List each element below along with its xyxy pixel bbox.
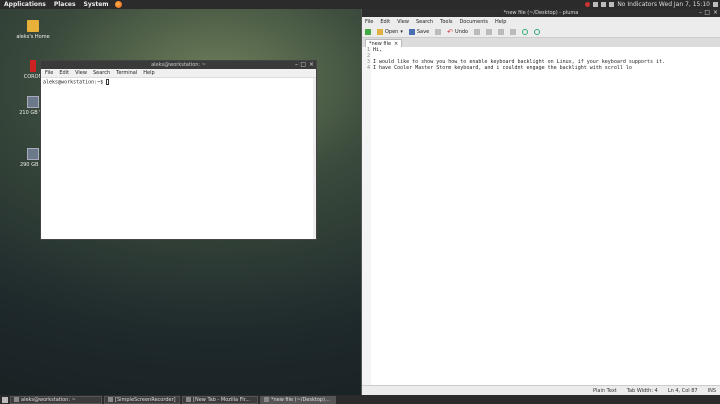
firefox-launcher-icon[interactable] (114, 1, 122, 8)
terminal-content[interactable]: aleks@workstation:~$ (41, 78, 316, 87)
find-replace-icon[interactable] (534, 28, 541, 35)
chevron-down-icon[interactable]: ▾ (400, 29, 403, 35)
places-menu[interactable]: Places (50, 1, 80, 8)
pluma-menu-help[interactable]: Help (495, 19, 506, 25)
terminal-menu-file[interactable]: File (45, 70, 53, 76)
terminal-scrollbar[interactable] (313, 78, 316, 239)
text-editor[interactable]: 1234 Hi, I would like to show you how to… (362, 47, 720, 385)
copy-icon[interactable] (498, 28, 505, 35)
terminal-cursor (106, 79, 110, 85)
system-menu[interactable]: System (80, 1, 113, 8)
terminal-icon (14, 397, 19, 402)
terminal-menu-terminal[interactable]: Terminal (116, 70, 137, 76)
pluma-window[interactable]: *new file (~/Desktop) - pluma – □ × File… (361, 9, 720, 395)
pluma-menu-edit[interactable]: Edit (380, 19, 390, 25)
tab-width-selector[interactable]: Tab Width: 4 (627, 388, 658, 394)
save-icon (408, 28, 415, 35)
undo-button[interactable]: ↶ Undo (447, 28, 468, 36)
taskbar-item-pluma[interactable]: *new file (~/Desktop)... (260, 395, 336, 404)
terminal-window[interactable]: aleks@workstation: ~ – □ × File Edit Vie… (40, 60, 317, 240)
volume-icon[interactable] (609, 2, 615, 7)
open-button[interactable]: Open ▾ (377, 28, 403, 35)
pluma-statusbar: Plain Text Tab Width: 4 Ln 4, Col 87 INS (362, 385, 720, 395)
editor-text[interactable]: Hi, I would like to show you how to enab… (371, 47, 720, 385)
terminal-menu-help[interactable]: Help (143, 70, 154, 76)
close-icon[interactable]: × (309, 61, 314, 69)
taskbar-item-terminal[interactable]: aleks@workstation: ~ (10, 395, 102, 404)
close-icon[interactable]: × (713, 9, 718, 17)
bottom-panel: aleks@workstation: ~ [SimpleScreenRecord… (0, 395, 720, 404)
new-document-icon[interactable] (365, 28, 371, 35)
applications-menu[interactable]: Applications (0, 1, 50, 8)
pluma-menu-file[interactable]: File (365, 19, 373, 25)
folder-open-icon (377, 28, 383, 35)
home-folder-icon (27, 20, 39, 32)
pluma-menu-search[interactable]: Search (416, 19, 433, 25)
pluma-menu-view[interactable]: View (397, 19, 409, 25)
drive-icon (27, 96, 39, 108)
top-panel: Applications Places System No Indicators… (0, 0, 720, 9)
recorder-icon (108, 397, 113, 402)
power-icon[interactable] (713, 2, 718, 7)
undo-icon: ↶ (447, 27, 454, 36)
terminal-title: aleks@workstation: ~ (151, 62, 206, 68)
pluma-title: *new file (~/Desktop) - pluma (503, 10, 579, 16)
taskbar-item-firefox[interactable]: [New Tab - Mozilla Fir... (182, 395, 258, 404)
recorder-tray-icon[interactable] (585, 2, 591, 7)
tab-close-icon[interactable]: × (394, 40, 398, 47)
redo-icon[interactable] (474, 28, 481, 35)
paste-icon[interactable] (510, 28, 517, 35)
desktop-icon-home[interactable]: aleks's Home (13, 20, 53, 40)
battery-icon[interactable] (601, 2, 607, 7)
maximize-icon[interactable]: □ (300, 61, 306, 69)
network-icon[interactable] (593, 2, 599, 7)
print-icon[interactable] (435, 28, 442, 35)
search-icon[interactable] (522, 28, 529, 35)
terminal-prompt: aleks@workstation:~$ (43, 79, 107, 86)
maximize-icon[interactable]: □ (704, 9, 710, 17)
taskbar-item-recorder[interactable]: [SimpleScreenRecorder] (104, 395, 180, 404)
show-desktop-icon[interactable] (2, 396, 8, 403)
pluma-menubar: File Edit View Search Tools Documents He… (362, 17, 720, 26)
terminal-menubar: File Edit View Search Terminal Help (41, 69, 316, 78)
minimize-icon[interactable]: – (295, 61, 298, 69)
pluma-titlebar[interactable]: *new file (~/Desktop) - pluma – □ × (362, 9, 720, 17)
editor-line: I have Cooler Master Storm keyboard, and… (373, 65, 632, 71)
terminal-menu-edit[interactable]: Edit (59, 70, 69, 76)
pluma-toolbar: Open ▾ Save ↶ Undo (362, 26, 720, 38)
terminal-menu-search[interactable]: Search (93, 70, 110, 76)
pluma-tabbar: *new file × (362, 38, 720, 47)
save-button[interactable]: Save (408, 28, 429, 35)
terminal-titlebar[interactable]: aleks@workstation: ~ – □ × (41, 61, 316, 69)
clock[interactable]: No Indicators Wed Jan 7, 15:10 (617, 1, 710, 8)
pluma-menu-tools[interactable]: Tools (440, 19, 452, 25)
pluma-icon (264, 397, 269, 402)
cut-icon[interactable] (486, 28, 493, 35)
coronet-icon (30, 60, 36, 72)
minimize-icon[interactable]: – (699, 9, 702, 17)
language-selector[interactable]: Plain Text (593, 388, 617, 394)
tab-new-file[interactable]: *new file × (365, 39, 403, 47)
terminal-menu-view[interactable]: View (75, 70, 87, 76)
system-tray: No Indicators Wed Jan 7, 15:10 (585, 0, 718, 9)
cursor-position: Ln 4, Col 87 (667, 387, 698, 394)
drive-icon (27, 148, 39, 160)
firefox-icon (186, 397, 191, 402)
pluma-menu-documents[interactable]: Documents (459, 19, 488, 25)
insert-mode: INS (707, 387, 716, 394)
line-number-gutter: 1234 (362, 47, 371, 385)
